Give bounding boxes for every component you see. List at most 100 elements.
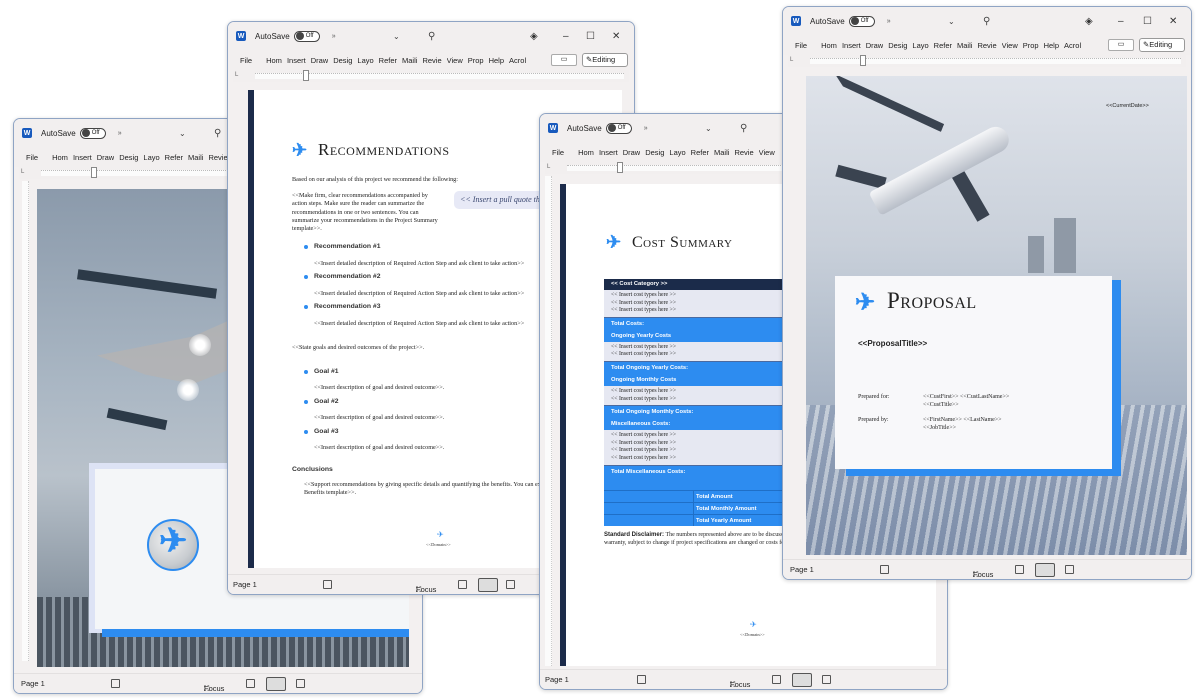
tab-layout[interactable]: Layo: [357, 56, 373, 65]
indent-marker[interactable]: [303, 70, 309, 81]
diamond-icon[interactable]: ◈: [530, 31, 538, 42]
editing-mode-button[interactable]: ✎Editing: [582, 53, 628, 67]
close-icon[interactable]: ✕: [612, 31, 620, 42]
tab-references[interactable]: Refer: [165, 153, 183, 162]
tab-mailings[interactable]: Maili: [402, 56, 417, 65]
chevron-down-icon[interactable]: ⌄: [179, 129, 186, 138]
print-layout-icon[interactable]: [478, 578, 498, 592]
tab-home[interactable]: Hom: [266, 56, 282, 65]
tab-insert[interactable]: Insert: [287, 56, 306, 65]
document-page[interactable]: <<CurrentDate>> ✈ Proposal <<ProposalTit…: [806, 76, 1187, 555]
indent-marker[interactable]: [617, 162, 623, 173]
search-icon[interactable]: ⚲: [740, 123, 747, 134]
page-indicator[interactable]: Page 1: [233, 580, 257, 589]
search-icon[interactable]: ⚲: [983, 16, 990, 27]
tab-file[interactable]: File: [795, 41, 807, 50]
more-commands-icon[interactable]: »: [644, 125, 648, 132]
tab-help[interactable]: Help: [489, 56, 504, 65]
vertical-ruler[interactable]: [22, 181, 29, 661]
read-mode-icon[interactable]: [246, 679, 255, 688]
tab-references[interactable]: Refer: [934, 41, 952, 50]
indent-marker[interactable]: [91, 167, 97, 178]
tab-selector-icon[interactable]: L: [790, 57, 793, 63]
tab-review[interactable]: Revie: [422, 56, 441, 65]
tab-file[interactable]: File: [26, 153, 38, 162]
accessibility-icon[interactable]: [637, 675, 646, 684]
indent-marker[interactable]: [860, 55, 866, 66]
vertical-ruler[interactable]: [545, 176, 552, 666]
minimize-icon[interactable]: –: [1118, 16, 1124, 27]
tab-review[interactable]: Revie: [977, 41, 996, 50]
autosave-toggle[interactable]: Off: [605, 122, 632, 134]
search-icon[interactable]: ⚲: [428, 31, 435, 42]
web-layout-icon[interactable]: [506, 580, 515, 589]
more-commands-icon[interactable]: »: [332, 33, 336, 40]
horizontal-ruler[interactable]: L: [233, 70, 629, 82]
tab-draw[interactable]: Draw: [311, 56, 329, 65]
web-layout-icon[interactable]: [822, 675, 831, 684]
tab-design[interactable]: Desig: [333, 56, 352, 65]
maximize-icon[interactable]: ☐: [586, 31, 595, 42]
web-layout-icon[interactable]: [1065, 565, 1074, 574]
tab-view[interactable]: View: [759, 148, 775, 157]
tab-review[interactable]: Revie: [734, 148, 753, 157]
page-indicator[interactable]: Page 1: [790, 565, 814, 574]
tab-references[interactable]: Refer: [691, 148, 709, 157]
tab-properties[interactable]: Prop: [468, 56, 484, 65]
page-indicator[interactable]: Page 1: [545, 675, 569, 684]
tab-view[interactable]: View: [447, 56, 463, 65]
chevron-down-icon[interactable]: ⌄: [705, 124, 712, 133]
tab-references[interactable]: Refer: [379, 56, 397, 65]
tab-layout[interactable]: Layo: [669, 148, 685, 157]
read-mode-icon[interactable]: [1015, 565, 1024, 574]
print-layout-icon[interactable]: [1035, 563, 1055, 577]
tab-design[interactable]: Desig: [119, 153, 138, 162]
tab-help[interactable]: Help: [1044, 41, 1059, 50]
tab-selector-icon[interactable]: L: [21, 169, 24, 175]
comment-button[interactable]: ▭: [1108, 39, 1134, 51]
tab-home[interactable]: Hom: [52, 153, 68, 162]
autosave-toggle[interactable]: Off: [848, 15, 875, 27]
editing-mode-button[interactable]: ✎Editing: [1139, 38, 1185, 52]
page-indicator[interactable]: Page 1: [21, 679, 45, 688]
tab-mailings[interactable]: Maili: [957, 41, 972, 50]
tab-insert[interactable]: Insert: [842, 41, 861, 50]
tab-acrobat[interactable]: Acrol: [509, 56, 526, 65]
autosave-toggle[interactable]: Off: [79, 127, 106, 139]
tab-home[interactable]: Hom: [821, 41, 837, 50]
autosave-toggle[interactable]: Off: [293, 30, 320, 42]
read-mode-icon[interactable]: [458, 580, 467, 589]
chevron-down-icon[interactable]: ⌄: [948, 17, 955, 26]
tab-insert[interactable]: Insert: [599, 148, 618, 157]
tab-view[interactable]: View: [1002, 41, 1018, 50]
tab-selector-icon[interactable]: L: [235, 72, 238, 78]
tab-file[interactable]: File: [240, 56, 252, 65]
tab-layout[interactable]: Layo: [143, 153, 159, 162]
tab-draw[interactable]: Draw: [97, 153, 115, 162]
tab-mailings[interactable]: Maili: [188, 153, 203, 162]
tab-acrobat[interactable]: Acrol: [1064, 41, 1081, 50]
print-layout-icon[interactable]: [266, 677, 286, 691]
print-layout-icon[interactable]: [792, 673, 812, 687]
accessibility-icon[interactable]: [880, 565, 889, 574]
tab-properties[interactable]: Prop: [1023, 41, 1039, 50]
tab-design[interactable]: Desig: [645, 148, 664, 157]
minimize-icon[interactable]: –: [563, 31, 569, 42]
horizontal-ruler[interactable]: L: [788, 55, 1186, 67]
tab-design[interactable]: Desig: [888, 41, 907, 50]
tab-insert[interactable]: Insert: [73, 153, 92, 162]
web-layout-icon[interactable]: [296, 679, 305, 688]
tab-layout[interactable]: Layo: [912, 41, 928, 50]
tab-selector-icon[interactable]: L: [547, 164, 550, 170]
tab-file[interactable]: File: [552, 148, 564, 157]
diamond-icon[interactable]: ◈: [1085, 16, 1093, 27]
read-mode-icon[interactable]: [772, 675, 781, 684]
maximize-icon[interactable]: ☐: [1143, 16, 1152, 27]
tab-home[interactable]: Hom: [578, 148, 594, 157]
tab-mailings[interactable]: Maili: [714, 148, 729, 157]
more-commands-icon[interactable]: »: [887, 18, 891, 25]
more-commands-icon[interactable]: »: [118, 130, 122, 137]
chevron-down-icon[interactable]: ⌄: [393, 32, 400, 41]
search-icon[interactable]: ⚲: [214, 128, 221, 139]
tab-review[interactable]: Revie: [208, 153, 227, 162]
